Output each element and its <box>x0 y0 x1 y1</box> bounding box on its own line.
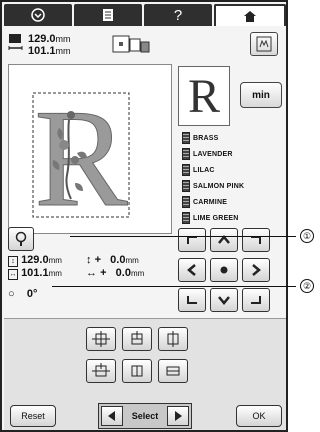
width-icon: ↔ <box>8 269 18 280</box>
rotation-readout: ○ 0° <box>8 288 38 300</box>
move-left-button[interactable] <box>178 258 206 282</box>
callout-line-1 <box>70 236 296 237</box>
embroidery-preview-button[interactable] <box>250 32 278 56</box>
move-right-button[interactable] <box>242 258 270 282</box>
move-down-button[interactable] <box>210 288 238 312</box>
thread-color-item: LILAC <box>182 162 286 178</box>
layout-top-left-button[interactable] <box>86 327 116 351</box>
triangle-right-icon <box>175 411 182 421</box>
thread-spool-icon <box>182 132 190 144</box>
move-up-left-button[interactable] <box>178 228 206 252</box>
position-readout: ↕ 129.0mm ↔ 101.1mm ↕ + 0.0mm ↔ + 0.0mm … <box>8 254 178 314</box>
embroidery-frame-icon[interactable] <box>112 34 152 54</box>
arrow-right-icon <box>252 264 261 276</box>
design-height-readout: ↕ 129.0mm <box>8 254 62 267</box>
manual-icon <box>103 9 113 21</box>
thread-spool-icon <box>182 164 190 176</box>
design-preview[interactable]: R <box>8 64 172 235</box>
design-width: 129.0mm <box>28 33 71 45</box>
design-size-readout: 129.0mm 101.1mm <box>8 31 98 61</box>
design-width-readout: ↔ 101.1mm <box>8 267 62 280</box>
move-vertical-icon <box>131 365 143 377</box>
thread-spool-icon <box>182 148 190 160</box>
magnify-icon <box>15 231 27 246</box>
thread-color-item: BRASS <box>182 130 286 146</box>
thread-color-list: BRASS LAVENDER LILAC SALMON PINK CARMINE… <box>182 130 286 226</box>
arrow-left-icon <box>187 264 196 276</box>
thread-spool-icon <box>182 180 190 192</box>
thread-color-item: CARMINE <box>182 194 286 210</box>
move-up-button[interactable] <box>210 228 238 252</box>
min-label: min <box>252 89 270 101</box>
needle-icon <box>31 8 45 22</box>
callout-2: ② <box>300 279 314 293</box>
move-corner-icon <box>92 363 110 377</box>
min-button[interactable]: min <box>240 82 282 108</box>
needle-tab[interactable] <box>4 4 72 26</box>
arrow-down-right-icon <box>251 296 261 304</box>
tab-bar: ? <box>4 4 286 26</box>
layout-bottom-center-button[interactable] <box>122 359 152 383</box>
layout-panel: Reset Select OK <box>4 318 286 430</box>
move-top-icon <box>131 331 143 345</box>
select-label: Select <box>131 411 159 421</box>
triangle-left-icon <box>108 411 115 421</box>
layout-top-right-button[interactable] <box>158 327 188 351</box>
vertical-offset-readout: ↕ + 0.0mm <box>86 254 139 266</box>
font-letter-preview: R <box>178 66 230 126</box>
height-icon: ↕ <box>8 256 18 267</box>
select-next-button[interactable] <box>167 406 189 426</box>
move-down-left-button[interactable] <box>178 288 206 312</box>
center-button[interactable] <box>210 258 238 282</box>
design-size-icon <box>8 34 23 50</box>
help-label: ? <box>173 6 183 24</box>
thread-spool-icon <box>182 196 190 208</box>
layout-bottom-left-button[interactable] <box>86 359 116 383</box>
thread-color-item: LIME GREEN <box>182 210 286 226</box>
move-horizontal-icon <box>166 366 180 376</box>
callout-1: ① <box>300 229 314 243</box>
arrow-down-icon <box>218 296 230 305</box>
embroidery-edit-screen: ? 129.0mm 101.1mm R R min BRASS LAVENDER… <box>0 0 288 432</box>
move-down-right-button[interactable] <box>242 288 270 312</box>
arrow-down-left-icon <box>187 296 197 304</box>
callout-line-2 <box>52 286 296 287</box>
manual-tab[interactable] <box>74 4 142 26</box>
select-control: Select <box>98 403 192 429</box>
svg-text:R: R <box>34 81 128 235</box>
ok-button[interactable]: OK <box>236 405 282 427</box>
thread-color-item: SALMON PINK <box>182 178 286 194</box>
horizontal-offset-icon: ↔ <box>86 267 97 279</box>
center-dot-icon <box>220 266 228 274</box>
rotation-icon: ○ <box>8 288 15 300</box>
home-icon <box>244 11 256 22</box>
horizontal-offset-readout: ↔ + 0.0mm <box>86 267 145 279</box>
thread-spool-icon <box>182 212 190 224</box>
font-letter: R <box>187 69 220 123</box>
thread-color-item: LAVENDER <box>182 146 286 162</box>
design-height: 101.1mm <box>28 45 71 57</box>
reset-button[interactable]: Reset <box>10 405 56 427</box>
select-prev-button[interactable] <box>101 406 123 426</box>
move-up-right-button[interactable] <box>242 228 270 252</box>
help-tab[interactable]: ? <box>144 4 212 26</box>
move-all-icon <box>92 331 110 347</box>
home-tab[interactable] <box>214 4 286 26</box>
vertical-offset-icon: ↕ <box>86 254 92 266</box>
letter-design-image: R <box>32 81 130 235</box>
magnify-button[interactable] <box>8 227 34 251</box>
preview-frame-icon <box>256 36 272 52</box>
layout-bottom-right-button[interactable] <box>158 359 188 383</box>
layout-top-center-button[interactable] <box>122 327 152 351</box>
move-right-edge-icon <box>167 331 179 347</box>
